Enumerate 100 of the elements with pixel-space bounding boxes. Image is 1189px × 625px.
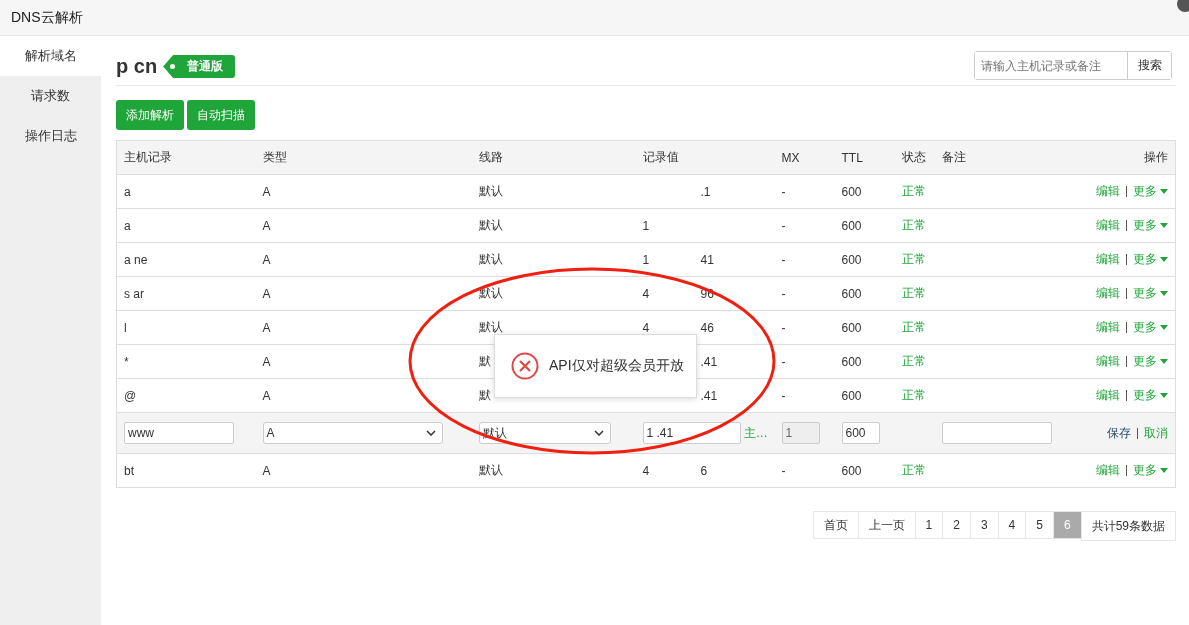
table-cell: A bbox=[262, 463, 271, 478]
chevron-icon bbox=[593, 430, 604, 436]
caret-icon bbox=[1160, 468, 1168, 474]
caret-icon bbox=[1160, 393, 1168, 399]
line-link[interactable]: 主… bbox=[743, 426, 768, 440]
table-cell: * bbox=[124, 354, 129, 369]
table-cell: 默认 bbox=[478, 320, 503, 334]
sidebar-item[interactable]: 操作日志 bbox=[0, 116, 101, 156]
more-link[interactable]: 更多 bbox=[1133, 320, 1157, 334]
table-cell: 600 bbox=[841, 354, 862, 369]
remark-input[interactable] bbox=[941, 422, 1052, 444]
sidebar-item[interactable]: 解析域名 bbox=[0, 36, 101, 76]
table-cell: 默认 bbox=[478, 184, 503, 198]
table-cell: 默认 bbox=[478, 218, 503, 232]
value-input[interactable]: 1 .41 bbox=[642, 422, 741, 444]
column-header: 状态 bbox=[901, 150, 926, 164]
status-text: 正常 bbox=[901, 184, 926, 198]
table-cell: - bbox=[781, 218, 786, 233]
table-cell: A bbox=[262, 354, 271, 369]
more-link[interactable]: 更多 bbox=[1133, 184, 1157, 198]
column-header: 线路 bbox=[478, 150, 503, 164]
edit-link[interactable]: 编辑 bbox=[1096, 218, 1120, 232]
table-cell: 默认 bbox=[478, 286, 503, 300]
host-input[interactable]: www bbox=[124, 422, 234, 444]
domain-name: p cn bbox=[116, 55, 158, 78]
column-header: 备注 bbox=[941, 150, 966, 164]
more-link[interactable]: 更多 bbox=[1133, 388, 1157, 402]
total-count: 共计59条数据 bbox=[1080, 511, 1176, 541]
table-cell: 600 bbox=[841, 463, 862, 478]
page-button[interactable]: 5 bbox=[1025, 511, 1053, 539]
caret-icon bbox=[1160, 325, 1168, 331]
page-button[interactable]: 1 bbox=[914, 511, 943, 539]
table-cell: a ne bbox=[124, 252, 148, 267]
table-cell: s ar bbox=[124, 286, 144, 301]
table-cell: 600 bbox=[841, 320, 862, 335]
close-icon[interactable] bbox=[1177, 0, 1189, 12]
status-text: 正常 bbox=[901, 252, 926, 266]
caret-icon bbox=[1160, 189, 1168, 195]
table-cell: a bbox=[124, 184, 131, 199]
sidebar-item[interactable]: 请求数 bbox=[0, 76, 101, 116]
edit-link[interactable]: 编辑 bbox=[1096, 320, 1120, 334]
table-cell: 600 bbox=[841, 252, 862, 267]
edit-link[interactable]: 编辑 bbox=[1096, 286, 1120, 300]
table-cell: 4 bbox=[642, 463, 650, 478]
ttl-input[interactable]: 600 bbox=[841, 422, 880, 444]
table-cell: 6 bbox=[700, 463, 708, 478]
table-cell: - bbox=[781, 320, 786, 335]
caret-icon bbox=[1160, 291, 1168, 297]
status-text: 正常 bbox=[901, 463, 926, 477]
edit-link[interactable]: 编辑 bbox=[1096, 388, 1120, 402]
action-button[interactable]: 添加解析 bbox=[116, 100, 184, 130]
table-cell: l bbox=[124, 320, 127, 335]
status-text: 正常 bbox=[901, 286, 926, 300]
table-cell: - bbox=[781, 286, 786, 301]
page-button[interactable]: 首页 bbox=[812, 511, 858, 539]
status-text: 正常 bbox=[901, 320, 926, 334]
table-cell: A bbox=[262, 286, 271, 301]
table-cell: - bbox=[781, 252, 786, 267]
edit-link[interactable]: 编辑 bbox=[1096, 463, 1120, 477]
table-cell: 41 bbox=[700, 252, 714, 267]
table-cell: 默认 bbox=[478, 252, 503, 266]
table-cell: 600 bbox=[841, 184, 862, 199]
table-cell: - bbox=[781, 388, 786, 403]
table-cell: - bbox=[781, 463, 786, 478]
chevron-icon bbox=[425, 430, 436, 436]
search-field[interactable]: 请输入主机记录或备注 搜索 bbox=[974, 51, 1172, 80]
more-link[interactable]: 更多 bbox=[1133, 286, 1157, 300]
table-cell: .1 bbox=[700, 184, 711, 199]
edit-link[interactable]: 编辑 bbox=[1096, 252, 1120, 266]
more-link[interactable]: 更多 bbox=[1133, 463, 1157, 477]
column-header: 类型 bbox=[262, 150, 287, 164]
more-link[interactable]: 更多 bbox=[1133, 218, 1157, 232]
table-cell: a bbox=[124, 218, 131, 233]
save-link[interactable]: 保存 bbox=[1107, 425, 1131, 440]
edit-link[interactable]: 编辑 bbox=[1096, 354, 1120, 368]
column-header: TTL bbox=[841, 150, 863, 165]
column-header: MX bbox=[781, 150, 800, 165]
page-button[interactable]: 2 bbox=[942, 511, 970, 539]
error-icon bbox=[511, 352, 539, 380]
action-button[interactable]: 自动扫描 bbox=[187, 100, 255, 130]
page-button[interactable]: 上一页 bbox=[857, 511, 915, 539]
table-cell: 1 bbox=[642, 252, 650, 267]
edit-link[interactable]: 编辑 bbox=[1096, 184, 1120, 198]
table-cell: 默认 bbox=[478, 463, 503, 477]
table-cell: A bbox=[262, 320, 271, 335]
search-button[interactable]: 搜索 bbox=[1127, 52, 1171, 79]
column-header: 主机记录 bbox=[124, 150, 172, 164]
caret-icon bbox=[1160, 359, 1168, 365]
page-button[interactable]: 6 bbox=[1052, 511, 1081, 539]
table-cell: A bbox=[262, 218, 271, 233]
type-select[interactable]: A bbox=[262, 422, 443, 444]
page-button[interactable]: 4 bbox=[997, 511, 1026, 539]
more-link[interactable]: 更多 bbox=[1133, 252, 1157, 266]
page-button[interactable]: 3 bbox=[969, 511, 998, 539]
cancel-link[interactable]: 取消 bbox=[1144, 425, 1168, 440]
status-text: 正常 bbox=[901, 388, 926, 402]
more-link[interactable]: 更多 bbox=[1133, 354, 1157, 368]
caret-icon bbox=[1160, 223, 1168, 229]
column-header: 操作 bbox=[1144, 150, 1168, 164]
status-text: 正常 bbox=[901, 354, 926, 368]
